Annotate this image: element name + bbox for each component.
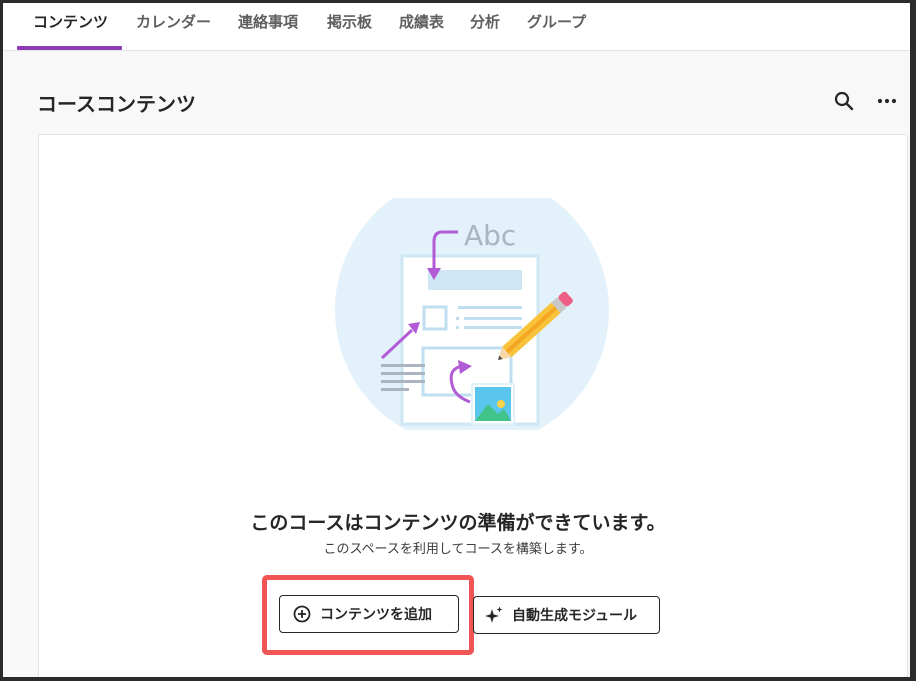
auto-generate-label: 自動生成モジュール — [512, 608, 638, 624]
svg-text:Abc: Abc — [464, 219, 516, 252]
empty-content-illustration: Abc — [330, 173, 610, 447]
sparkle-icon — [484, 605, 504, 625]
page-title: コースコンテンツ — [37, 92, 196, 116]
tab-discussions[interactable]: 掲示板 — [327, 3, 372, 47]
tab-announcements[interactable]: 連絡事項 — [238, 3, 298, 47]
auto-generate-module-button[interactable]: 自動生成モジュール — [473, 596, 660, 634]
more-options-icon — [877, 98, 897, 104]
tab-content[interactable]: コンテンツ — [33, 3, 108, 47]
plus-circle-icon — [292, 604, 312, 624]
tab-analytics[interactable]: 分析 — [470, 3, 500, 47]
search-button[interactable] — [832, 89, 856, 113]
empty-state-subtitle: このスペースを利用してコースを構築します。 — [323, 542, 593, 557]
tab-gradebook[interactable]: 成績表 — [399, 3, 444, 47]
search-icon — [834, 91, 854, 111]
add-content-button[interactable]: コンテンツを追加 — [279, 595, 459, 633]
tab-calendar[interactable]: カレンダー — [136, 3, 211, 47]
add-content-label: コンテンツを追加 — [320, 607, 432, 623]
course-tab-nav: コンテンツ カレンダー 連絡事項 掲示板 成績表 分析 グループ — [3, 3, 910, 51]
more-options-button[interactable] — [875, 89, 899, 113]
tab-groups[interactable]: グループ — [527, 3, 586, 47]
empty-state-title: このコースはコンテンツの準備ができています。 — [250, 512, 666, 534]
active-tab-indicator — [17, 46, 122, 50]
